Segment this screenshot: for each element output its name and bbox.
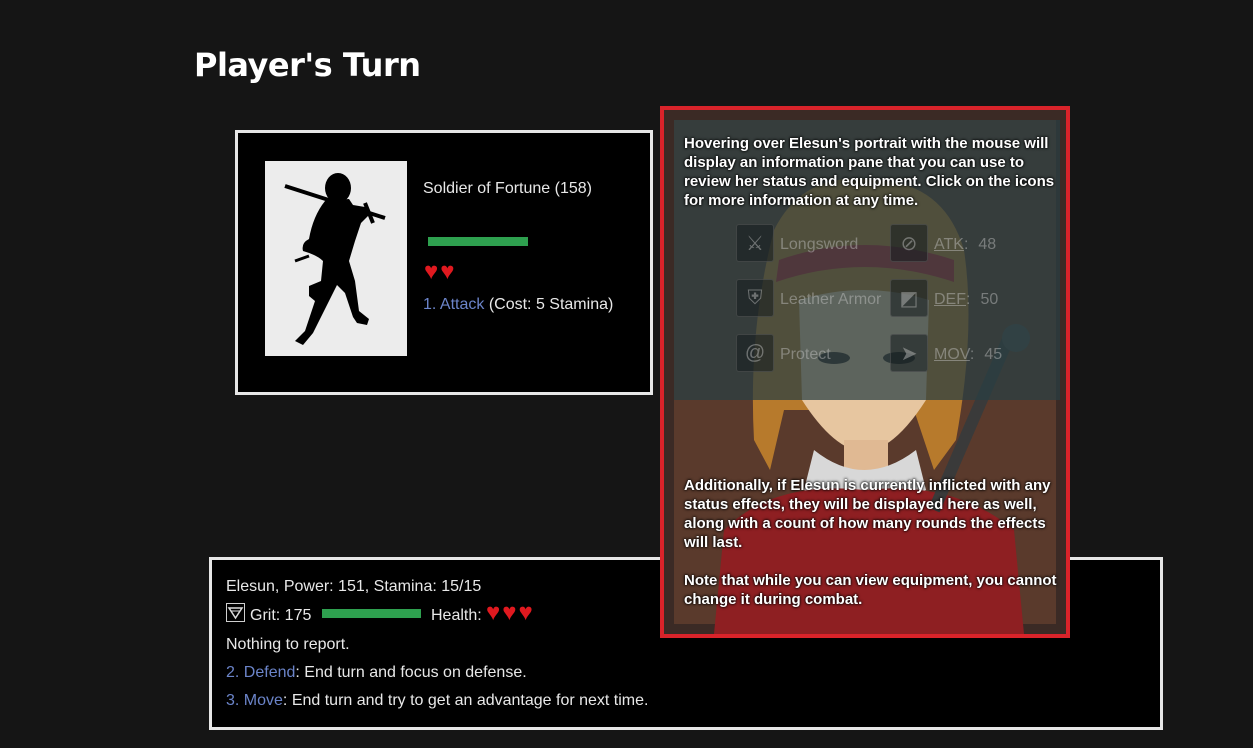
attack-link[interactable]: 1. Attack	[423, 296, 484, 313]
enemy-health-bar	[428, 237, 528, 246]
defend-link[interactable]: 2. Defend	[226, 664, 295, 681]
grit-bar	[322, 609, 421, 618]
attack-icon[interactable]: ⊘	[890, 224, 928, 262]
info-text-equipment: Note that while you can view equipment, …	[684, 572, 1057, 608]
heart-icon: ♥	[502, 599, 517, 626]
enemy-name: Soldier of Fortune (158)	[423, 180, 592, 197]
attack-cost: (Cost: 5 Stamina)	[488, 296, 614, 313]
spiral-icon[interactable]: @	[736, 334, 774, 372]
player-summary: Elesun, Power: 151, Stamina: 15/15	[226, 578, 482, 595]
info-text-status: Additionally, if Elesun is currently inf…	[684, 477, 1051, 551]
action-move: 3. Move: End turn and try to get an adva…	[226, 692, 648, 710]
page-title: Player's Turn	[194, 46, 421, 84]
heart-icon: ♥	[486, 599, 501, 626]
equipment-skill[interactable]: Protect	[780, 346, 831, 364]
enemy-silhouette-icon	[284, 173, 386, 345]
move-link[interactable]: 3. Move	[226, 692, 283, 709]
move-icon[interactable]: ➤	[890, 334, 928, 372]
grit-icon[interactable]	[226, 603, 245, 622]
heart-icon: ♥	[518, 599, 533, 626]
status-text: Nothing to report.	[226, 636, 350, 653]
enemy-hearts: ♥ ♥	[424, 258, 455, 285]
action-defend: 2. Defend: End turn and focus on defense…	[226, 664, 527, 682]
move-detail: : End turn and try to get an advantage f…	[282, 692, 649, 709]
enemy-portrait[interactable]	[265, 161, 407, 356]
heart-icon: ♥	[440, 258, 455, 285]
shield-icon[interactable]: ◩	[890, 279, 928, 317]
enemy-action-attack: 1. Attack (Cost: 5 Stamina)	[423, 296, 613, 314]
equipment-armor[interactable]: Leather Armor	[780, 291, 881, 309]
player-hearts: ♥ ♥ ♥	[486, 599, 533, 626]
heart-icon: ♥	[424, 258, 439, 285]
armor-icon[interactable]: ⛨	[736, 279, 774, 317]
equipment-weapon[interactable]: Longsword	[780, 236, 858, 254]
info-text-hover: Hovering over Elesun's portrait with the…	[684, 135, 1055, 209]
enemy-panel: Soldier of Fortune (158) ♥ ♥ 1. Attack (…	[235, 130, 653, 395]
stat-def[interactable]: DEF: 50	[934, 291, 998, 309]
stat-atk[interactable]: ATK: 48	[934, 236, 996, 254]
stat-mov[interactable]: MOV: 45	[934, 346, 1002, 364]
defend-detail: : End turn and focus on defense.	[295, 664, 527, 681]
sword-icon[interactable]: ⚔	[736, 224, 774, 262]
health-label: Health:	[431, 607, 482, 624]
portrait-info-pane[interactable]: Hovering over Elesun's portrait with the…	[660, 106, 1070, 638]
grit-label: Grit: 175	[250, 607, 312, 624]
